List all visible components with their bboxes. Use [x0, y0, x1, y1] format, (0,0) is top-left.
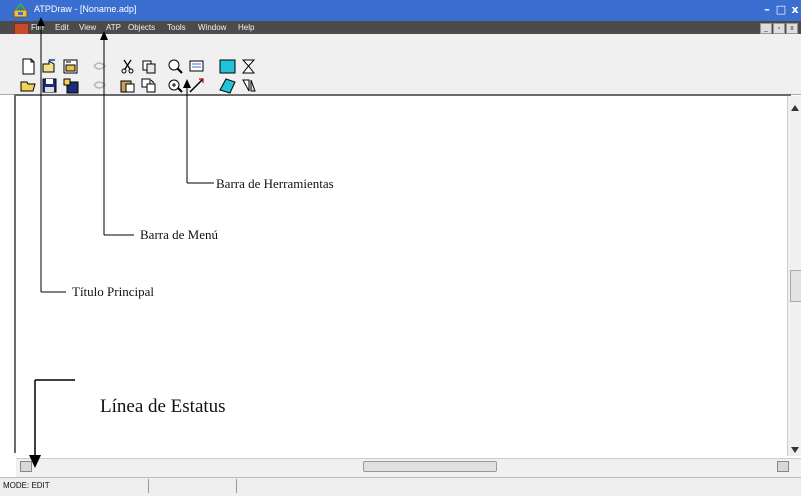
duplicate-icon[interactable] — [139, 76, 158, 95]
vertical-scroll-thumb[interactable] — [790, 270, 801, 302]
annotation-toolbar-label: Barra de Herramientas — [216, 176, 334, 191]
rotate-icon[interactable] — [218, 76, 237, 95]
zoom-icon[interactable] — [166, 57, 185, 76]
menu-view[interactable]: View — [79, 23, 96, 32]
transform-icon[interactable] — [239, 57, 258, 76]
menu-file[interactable]: File — [31, 23, 44, 32]
save-project-icon[interactable] — [61, 57, 80, 76]
redo-icon[interactable] — [90, 76, 109, 95]
maximize-button[interactable]: □ — [774, 3, 788, 17]
atpdraw-app-icon[interactable] — [13, 3, 28, 18]
paste-icon[interactable] — [118, 76, 137, 95]
annotation-menu-label: Barra de Menú — [140, 227, 218, 242]
print-icon[interactable] — [187, 57, 206, 76]
scroll-left-button[interactable] — [20, 461, 32, 472]
new-icon[interactable] — [19, 57, 38, 76]
mdi-close-button[interactable]: x — [786, 23, 798, 34]
menu-atp[interactable]: ATP — [106, 23, 121, 32]
scroll-right-button[interactable] — [777, 461, 789, 472]
copy-icon[interactable] — [139, 57, 158, 76]
window-title: ATPDraw - [Noname.adp] — [34, 4, 137, 14]
horizontal-scroll-thumb[interactable] — [363, 461, 497, 472]
fill-rect-icon[interactable] — [218, 57, 237, 76]
close-button[interactable]: x — [788, 3, 801, 17]
menu-tools[interactable]: Tools — [167, 23, 186, 32]
menu-window[interactable]: Window — [198, 23, 226, 32]
menu-objects[interactable]: Objects — [128, 23, 155, 32]
scroll-down-arrow-icon[interactable] — [791, 447, 799, 453]
status-bar — [0, 477, 801, 496]
scroll-up-arrow-icon[interactable] — [791, 105, 799, 111]
status-divider — [148, 479, 149, 493]
mdi-minimize-button[interactable]: _ — [760, 23, 772, 34]
flip-icon[interactable] — [239, 76, 258, 95]
zoom-fit-icon[interactable] — [166, 76, 185, 95]
open-icon[interactable] — [19, 76, 38, 95]
menu-edit[interactable]: Edit — [55, 23, 69, 32]
status-mode-text: MODE: EDIT — [3, 481, 50, 490]
open-project-icon[interactable] — [40, 57, 59, 76]
undo-icon[interactable] — [90, 57, 109, 76]
save-as-icon[interactable] — [61, 76, 80, 95]
status-divider — [236, 479, 237, 493]
menu-help[interactable]: Help — [238, 23, 254, 32]
minimize-button[interactable]: – — [760, 3, 774, 17]
draw-line-icon[interactable] — [187, 76, 206, 95]
save-icon[interactable] — [40, 76, 59, 95]
cut-icon[interactable] — [118, 57, 137, 76]
annotation-title-label: Título Principal — [72, 284, 154, 299]
mdi-restore-button[interactable]: ▫ — [773, 23, 785, 34]
annotation-status-label: Línea de Estatus — [100, 396, 226, 417]
